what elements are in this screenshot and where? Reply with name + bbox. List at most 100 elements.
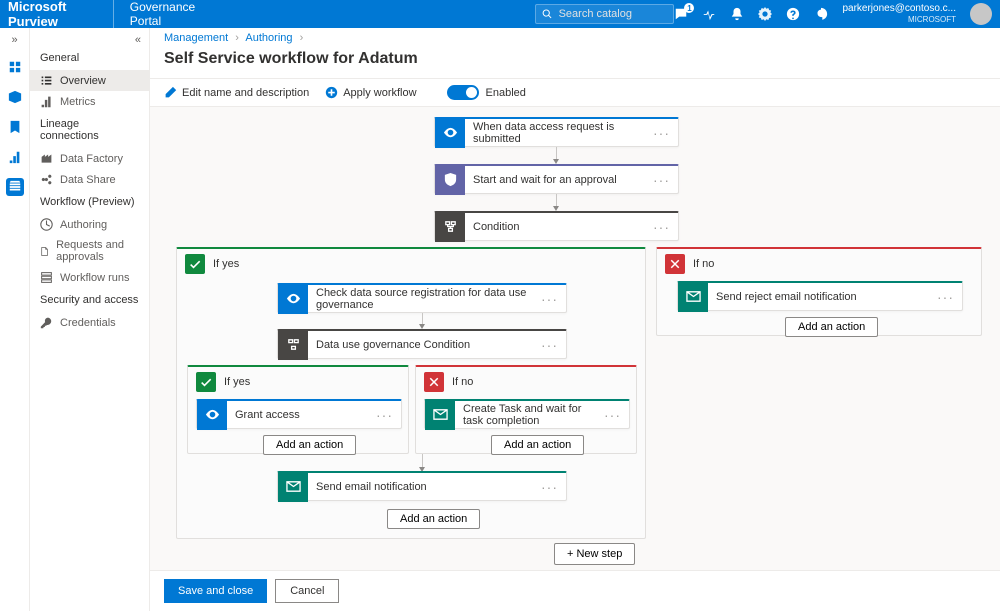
enabled-toggle[interactable]: Enabled bbox=[447, 85, 526, 100]
chart-icon bbox=[40, 95, 53, 108]
more-icon[interactable]: ··· bbox=[653, 172, 670, 188]
node-trigger[interactable]: When data access request is submitted ··… bbox=[434, 117, 679, 147]
mail-icon bbox=[686, 289, 701, 304]
user-tenant: MICROSOFT bbox=[842, 14, 956, 25]
check-icon bbox=[200, 376, 212, 388]
factory-icon bbox=[40, 152, 53, 165]
eye-icon bbox=[286, 291, 301, 306]
settings-icon[interactable] bbox=[758, 7, 772, 21]
rail-expand-icon[interactable]: » bbox=[11, 34, 17, 46]
header-icons: 1 parkerjones@contoso.c... MICROSOFT bbox=[674, 3, 992, 25]
more-icon[interactable]: ··· bbox=[653, 125, 670, 141]
add-action-yes[interactable]: Add an action bbox=[387, 509, 480, 529]
eye-icon bbox=[443, 125, 458, 140]
document-icon bbox=[40, 245, 49, 258]
more-icon[interactable]: ··· bbox=[937, 289, 954, 305]
notifications-icon[interactable] bbox=[730, 7, 744, 21]
nav-data-share[interactable]: Data Share bbox=[30, 169, 149, 190]
user-info[interactable]: parkerjones@contoso.c... MICROSOFT bbox=[842, 3, 956, 25]
node-dug-condition[interactable]: Data use governance Condition ··· bbox=[277, 329, 567, 359]
toolbar: Edit name and description Apply workflow… bbox=[150, 78, 1000, 107]
section-general: General bbox=[30, 46, 149, 70]
node-send-email[interactable]: Send email notification ··· bbox=[277, 471, 567, 501]
breadcrumb-management[interactable]: Management bbox=[164, 32, 228, 44]
rail-map-icon[interactable] bbox=[6, 88, 24, 106]
chat-icon[interactable]: 1 bbox=[674, 7, 688, 21]
nav-credentials[interactable]: Credentials bbox=[30, 312, 149, 333]
more-icon[interactable]: ··· bbox=[541, 479, 558, 495]
share-icon bbox=[40, 173, 53, 186]
branch-if-no[interactable]: If no Send reject email notification ···… bbox=[656, 247, 982, 336]
nav-authoring[interactable]: Authoring bbox=[30, 214, 149, 235]
page-title: Self Service workflow for Adatum bbox=[150, 48, 1000, 78]
more-icon[interactable]: ··· bbox=[541, 291, 558, 307]
portal-name: Governance Portal bbox=[113, 0, 209, 28]
more-icon[interactable]: ··· bbox=[376, 407, 393, 423]
authoring-icon bbox=[40, 218, 53, 231]
branch-if-yes[interactable]: If yes Check data source registration fo… bbox=[176, 247, 646, 539]
branch-inner-yes[interactable]: If yes Grant access ··· Add an action bbox=[187, 365, 409, 454]
node-condition[interactable]: Condition ··· bbox=[434, 211, 679, 241]
rail-glossary-icon[interactable] bbox=[6, 118, 24, 136]
arrow-icon bbox=[422, 454, 423, 468]
section-security: Security and access bbox=[30, 288, 149, 312]
more-icon[interactable]: ··· bbox=[541, 337, 558, 353]
save-button[interactable]: Save and close bbox=[164, 579, 267, 603]
diagnostics-icon[interactable] bbox=[702, 7, 716, 21]
nav-data-factory[interactable]: Data Factory bbox=[30, 148, 149, 169]
edit-name-button[interactable]: Edit name and description bbox=[164, 86, 309, 99]
search-icon bbox=[542, 8, 552, 20]
node-grant-access[interactable]: Grant access ··· bbox=[196, 399, 402, 429]
breadcrumb: Management › Authoring › bbox=[150, 28, 1000, 48]
node-create-task[interactable]: Create Task and wait for task completion… bbox=[424, 399, 630, 429]
rail-insights-icon[interactable] bbox=[6, 148, 24, 166]
chevron-right-icon: › bbox=[235, 32, 239, 44]
cancel-button[interactable]: Cancel bbox=[275, 579, 339, 603]
add-action-inner-yes[interactable]: Add an action bbox=[263, 435, 356, 455]
more-icon[interactable]: ··· bbox=[653, 219, 670, 235]
search-box[interactable] bbox=[535, 4, 674, 24]
add-action-no[interactable]: Add an action bbox=[785, 317, 878, 337]
search-input[interactable] bbox=[559, 8, 668, 20]
rail-sources-icon[interactable] bbox=[6, 58, 24, 76]
runs-icon bbox=[40, 271, 53, 284]
branch-icon bbox=[286, 337, 301, 352]
list-icon bbox=[40, 74, 53, 87]
key-icon bbox=[40, 316, 53, 329]
plus-circle-icon bbox=[325, 86, 338, 99]
left-rail: » bbox=[0, 28, 30, 611]
rail-management-icon[interactable] bbox=[6, 178, 24, 196]
arrow-icon bbox=[556, 147, 557, 160]
nav-overview[interactable]: Overview bbox=[30, 70, 149, 91]
help-icon[interactable] bbox=[786, 7, 800, 21]
more-icon[interactable]: ··· bbox=[604, 407, 621, 423]
arrow-icon bbox=[422, 313, 423, 325]
pencil-icon bbox=[164, 86, 177, 99]
node-reject-email[interactable]: Send reject email notification ··· bbox=[677, 281, 963, 311]
new-step-button[interactable]: + New step bbox=[554, 543, 635, 565]
feedback-icon[interactable] bbox=[814, 7, 828, 21]
section-workflow: Workflow (Preview) bbox=[30, 190, 149, 214]
breadcrumb-authoring[interactable]: Authoring bbox=[245, 32, 292, 44]
nav-requests[interactable]: Requests and approvals bbox=[30, 235, 149, 267]
check-icon bbox=[189, 258, 201, 270]
workflow-canvas[interactable]: When data access request is submitted ··… bbox=[150, 107, 1000, 570]
apply-workflow-button[interactable]: Apply workflow bbox=[325, 86, 416, 99]
nav-metrics[interactable]: Metrics bbox=[30, 91, 149, 112]
add-action-inner-no[interactable]: Add an action bbox=[491, 435, 584, 455]
branch-inner-no[interactable]: If no Create Task and wait for task comp… bbox=[415, 365, 637, 454]
sidenav-collapse-icon[interactable]: « bbox=[30, 34, 149, 46]
avatar[interactable] bbox=[970, 3, 992, 25]
node-approval[interactable]: Start and wait for an approval ··· bbox=[434, 164, 679, 194]
arrow-icon bbox=[556, 194, 557, 207]
branch-icon bbox=[443, 219, 458, 234]
chat-badge: 1 bbox=[684, 3, 694, 13]
node-check-registration[interactable]: Check data source registration for data … bbox=[277, 283, 567, 313]
side-nav: « General Overview Metrics Lineage conne… bbox=[30, 28, 150, 611]
footer-bar: Save and close Cancel bbox=[150, 570, 1000, 611]
mail-icon bbox=[433, 407, 448, 422]
user-email: parkerjones@contoso.c... bbox=[842, 3, 956, 14]
shield-icon bbox=[443, 172, 458, 187]
eye-icon bbox=[205, 407, 220, 422]
nav-runs[interactable]: Workflow runs bbox=[30, 267, 149, 288]
